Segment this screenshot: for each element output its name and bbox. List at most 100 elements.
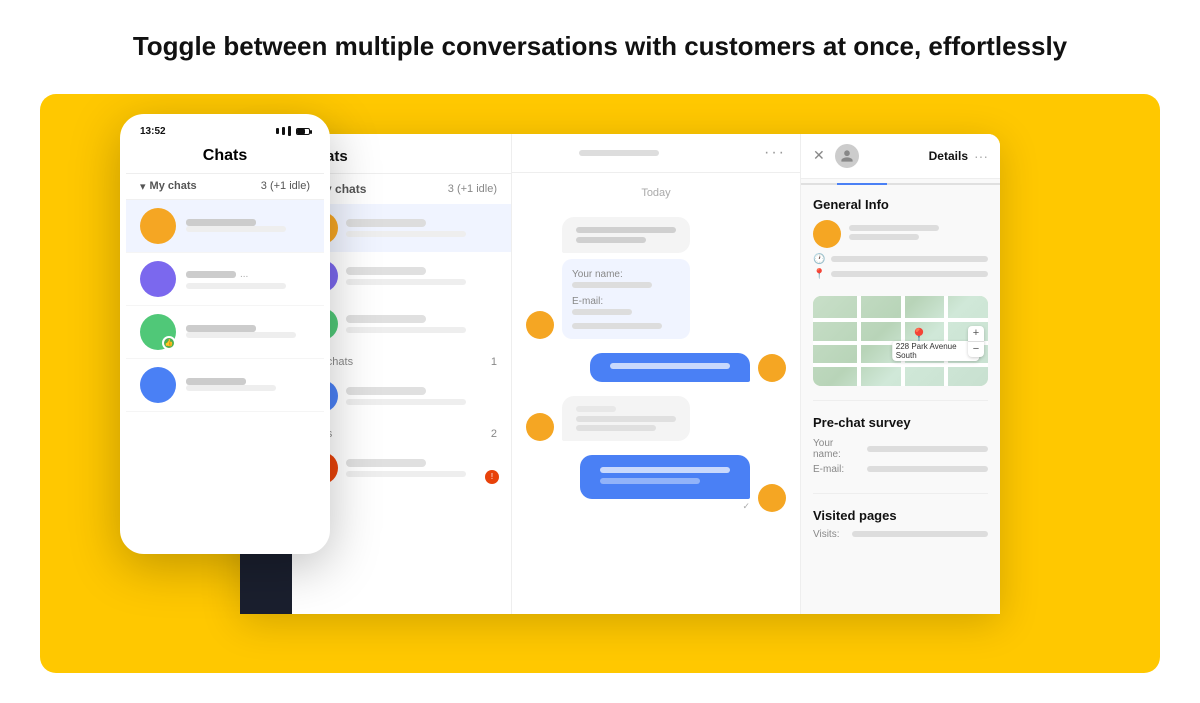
chat-info-1 [346, 219, 497, 237]
chat-msg-bar-2 [346, 279, 466, 285]
msg-bar-in-5 [576, 425, 656, 431]
map-background: 📍 228 Park Avenue South + − [813, 296, 988, 386]
mobile-name-bar-4 [186, 378, 246, 385]
chat-info-5 [346, 459, 497, 477]
details-panel: ✕ Details ··· Gener [800, 134, 1000, 614]
msg-bar-in-1 [576, 227, 676, 233]
avatar-circle-2 [140, 261, 176, 297]
map-controls: + − [968, 326, 984, 357]
outgoing-bar-1 [610, 363, 730, 369]
msg-bubble-outgoing-1 [590, 353, 750, 382]
details-tab-bar [801, 179, 1000, 185]
visits-label: Visits: [813, 529, 848, 540]
outgoing-bar-2b [600, 478, 700, 484]
tab-spacer [801, 179, 853, 183]
mobile-my-chats-label: My chats [150, 180, 257, 192]
msg-outgoing-2: ✓ [526, 455, 786, 512]
msg-form: Your name: E-mail: [562, 259, 690, 339]
mobile-chat-info-1 [186, 219, 310, 232]
map-address-label: 228 Park Avenue South [892, 341, 980, 361]
main-container: Toggle between multiple conversations wi… [0, 0, 1200, 703]
chat-info-2 [346, 267, 497, 285]
section-count-2: 2 [491, 428, 497, 440]
mobile-name-bar-1 [186, 219, 256, 226]
visits-row: Visits: [813, 529, 988, 540]
msg-avatar-out-2 [758, 484, 786, 512]
location-row: 📍 [813, 269, 988, 280]
mobile-msg-bar-4 [186, 385, 276, 391]
mobile-signals [276, 126, 310, 136]
info-bars [849, 225, 988, 243]
pre-chat-email-bar [867, 466, 988, 472]
thumbs-up-badge: 👍 [162, 336, 176, 350]
details-panel-header: ✕ Details ··· [801, 134, 1000, 179]
mobile-chat-info-2: ... [186, 269, 310, 289]
details-actions: Details ··· [929, 148, 988, 164]
pre-chat-name-bar [867, 446, 988, 452]
avatar-circle-1 [140, 208, 176, 244]
msg-avatar-2 [526, 413, 554, 441]
msg-incoming-1: Your name: E-mail: [526, 217, 786, 339]
mobile-chat-item-2[interactable]: ... [126, 253, 324, 306]
msg-incoming-content-1: Your name: E-mail: [562, 217, 690, 339]
chat-name-bar-4 [346, 387, 426, 395]
visits-bar [852, 531, 988, 537]
chat-main-header: ··· [512, 134, 800, 173]
map-zoom-out[interactable]: − [971, 342, 981, 357]
date-label: Today [526, 187, 786, 199]
info-bar-2 [849, 234, 919, 240]
my-chats-label: My chats [315, 182, 444, 196]
msg-outgoing-1 [526, 353, 786, 382]
msg-avatar-out-1 [758, 354, 786, 382]
chat-msg-bar-4 [346, 399, 466, 405]
checkmark-icon: ✓ [742, 501, 750, 512]
mobile-chat-item-1[interactable] [126, 200, 324, 253]
map-road-v-1 [857, 296, 861, 386]
person-svg [840, 149, 854, 163]
form-email-bar [572, 309, 632, 315]
msg-bubble-outgoing-2 [580, 455, 750, 499]
mobile-mockup: 13:52 Chats ▾ My chats 3 (+1 idle) [120, 114, 330, 554]
section-divider-2 [813, 493, 988, 494]
avatar-circle-4 [140, 367, 176, 403]
clock-icon: 🕐 [813, 254, 825, 265]
msg-avatar-1 [526, 311, 554, 339]
pre-chat-email-row: E-mail: [813, 464, 988, 475]
chat-name-bar-5 [346, 459, 426, 467]
mobile-msg-bar-3 [186, 332, 296, 338]
mobile-avatar-1 [140, 208, 176, 244]
map-container: 📍 228 Park Avenue South + − [813, 296, 988, 386]
details-content: General Info 🕐 [801, 185, 1000, 552]
form-name-bar [572, 282, 652, 288]
chat-main-area: ··· Today Yo [512, 134, 800, 614]
mobile-time: 13:52 [140, 126, 166, 137]
chat-name-bar-3 [346, 315, 426, 323]
mobile-chat-item-3[interactable]: 👍 [126, 306, 324, 359]
clock-bar [831, 256, 988, 262]
desktop-mockup: Chats ▾ My chats 3 (+1 idle) [240, 134, 1000, 614]
map-zoom-in[interactable]: + [971, 326, 981, 341]
mobile-chat-item-4[interactable] [126, 359, 324, 412]
mobile-chat-info-4 [186, 378, 310, 391]
mobile-my-chats-row: ▾ My chats 3 (+1 idle) [126, 174, 324, 200]
general-info-section: General Info 🕐 [813, 197, 988, 284]
chat-msg-bar-1 [346, 231, 466, 237]
chat-name-bar-1 [346, 219, 426, 227]
form-email-label: E-mail: [572, 296, 680, 307]
chat-info-4 [346, 387, 497, 405]
general-info-row [813, 220, 988, 248]
location-icon: 📍 [813, 269, 825, 280]
mobile-name-bar-3 [186, 325, 256, 332]
mobile-content: Chats ▾ My chats 3 (+1 idle) [126, 139, 324, 548]
notification-badge: ! [485, 470, 499, 484]
person-icon[interactable] [835, 144, 859, 168]
info-bar-1 [849, 225, 939, 231]
mobile-avatar-4 [140, 367, 176, 403]
close-icon[interactable]: ✕ [813, 147, 825, 164]
more-options-icon[interactable]: ··· [764, 144, 786, 162]
mobile-name-row-2: ... [186, 269, 310, 280]
pre-chat-email-label: E-mail: [813, 464, 863, 475]
details-more-icon[interactable]: ··· [974, 148, 988, 164]
chat-name-bar-2 [346, 267, 426, 275]
pre-chat-section: Pre-chat survey Your name: E-mail: [813, 415, 988, 479]
